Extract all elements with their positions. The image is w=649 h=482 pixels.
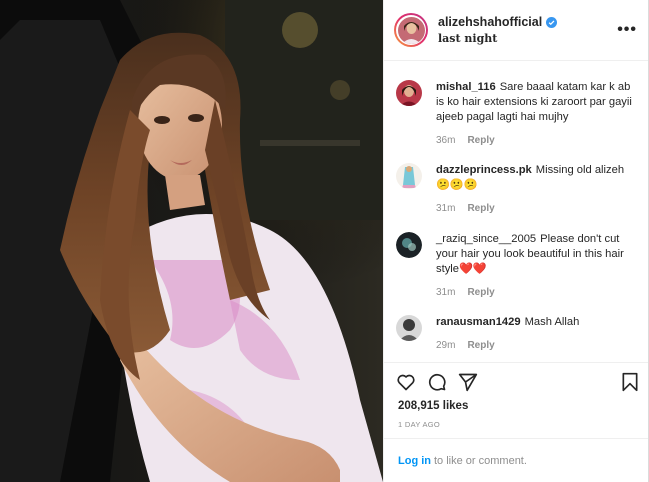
profile-avatar[interactable] xyxy=(394,13,428,47)
comment-meta: 31m Reply xyxy=(436,203,641,214)
comment-avatar[interactable] xyxy=(396,315,422,341)
comment-bubble-icon[interactable] xyxy=(427,372,447,392)
comment-username[interactable]: dazzleprincess.pk xyxy=(436,164,532,176)
comment-meta: 36m Reply xyxy=(436,135,641,146)
avatar-image xyxy=(397,16,425,44)
login-link[interactable]: Log in xyxy=(398,455,431,467)
more-horizontal-icon[interactable]: ••• xyxy=(617,21,637,39)
comment-item: ranausman1429 Mash Allah 29m Reply xyxy=(396,315,641,351)
comment-avatar[interactable] xyxy=(396,80,422,106)
comment-time: 31m xyxy=(436,203,456,214)
comment-avatar-image xyxy=(396,232,422,258)
post-photo-image xyxy=(0,0,383,482)
bookmark-icon[interactable] xyxy=(621,372,639,392)
reply-button[interactable]: Reply xyxy=(467,135,494,146)
comment-meta: 31m Reply xyxy=(436,287,641,298)
header-subtitle: last night xyxy=(438,32,498,45)
comment-text: _raziq_since__2005 Please don't cut your … xyxy=(436,232,641,277)
comment-meta: 29m Reply xyxy=(436,340,641,351)
comment-text: mishal_116 Sare baaal katam kar k ab is k… xyxy=(436,80,641,125)
comment-body: Mash Allah xyxy=(524,316,580,328)
comments-list: mishal_116 Sare baaal katam kar k ab is k… xyxy=(384,62,649,362)
likes-count[interactable]: 208,915 likes xyxy=(398,400,468,412)
like-heart-icon[interactable] xyxy=(396,372,416,392)
post-photo[interactable] xyxy=(0,0,383,482)
login-prompt-text: to like or comment. xyxy=(434,454,527,467)
comment-username[interactable]: _raziq_since__2005 xyxy=(436,233,536,245)
comment-item: _raziq_since__2005 Please don't cut your … xyxy=(396,232,641,298)
reply-button[interactable]: Reply xyxy=(467,340,494,351)
comment-item: dazzleprincess.pk Missing old alizeh 😕😕😕 … xyxy=(396,163,641,214)
comment-time: 31m xyxy=(436,287,456,298)
comment-time: 36m xyxy=(436,135,456,146)
comment-avatar-image xyxy=(396,315,422,341)
comment-text: ranausman1429 Mash Allah xyxy=(436,315,641,330)
reply-button[interactable]: Reply xyxy=(467,203,494,214)
comment-text: dazzleprincess.pk Missing old alizeh 😕😕😕 xyxy=(436,163,641,193)
login-prompt: Log in to like or comment. xyxy=(384,438,649,482)
post-header: alizehshahofficial last night ••• xyxy=(384,0,649,61)
post-side-panel: alizehshahofficial last night ••• mishal… xyxy=(383,0,649,482)
reply-button[interactable]: Reply xyxy=(467,287,494,298)
share-send-icon[interactable] xyxy=(458,372,478,392)
post-date: 1 DAY AGO xyxy=(398,420,441,429)
comment-time: 29m xyxy=(436,340,456,351)
comment-username[interactable]: mishal_116 xyxy=(436,81,496,93)
comment-avatar-image xyxy=(396,163,422,189)
comment-avatar-image xyxy=(396,80,422,106)
comment-username[interactable]: ranausman1429 xyxy=(436,316,521,328)
post-actions: 208,915 likes 1 DAY AGO xyxy=(384,362,649,438)
header-username[interactable]: alizehshahofficial xyxy=(438,15,542,29)
verified-badge-icon xyxy=(546,16,558,28)
action-icons xyxy=(396,372,639,394)
comment-avatar[interactable] xyxy=(396,232,422,258)
instagram-post: alizehshahofficial last night ••• mishal… xyxy=(0,0,649,482)
comment-avatar[interactable] xyxy=(396,163,422,189)
comment-item: mishal_116 Sare baaal katam kar k ab is k… xyxy=(396,80,641,146)
